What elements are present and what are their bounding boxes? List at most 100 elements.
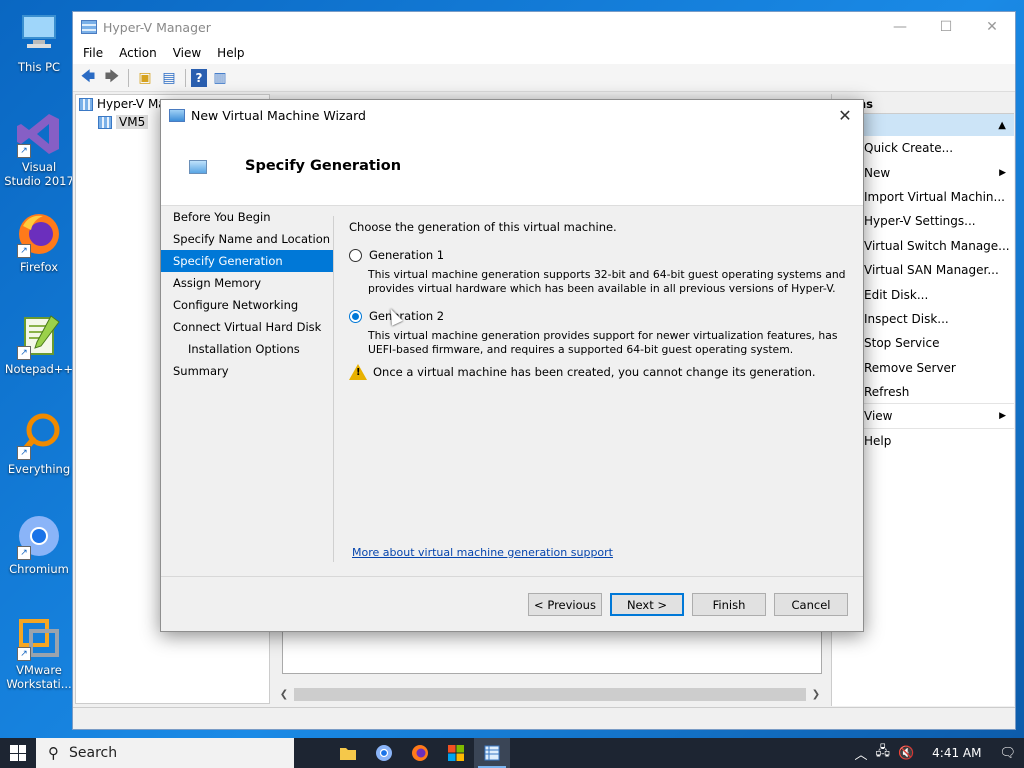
toolbar: 🡄 🡆 ▣ ▤ ? ▥: [73, 64, 1015, 92]
desktop-icon-vmware[interactable]: ↗ VMware Workstati...: [4, 613, 74, 691]
close-button[interactable]: ✕: [969, 12, 1015, 42]
details-pane: [282, 629, 822, 674]
generation-1-radio[interactable]: [349, 248, 362, 262]
windows-logo-icon: [10, 745, 26, 761]
server-icon: [98, 115, 112, 129]
wizard-steps-list: Before You Begin Specify Name and Locati…: [161, 206, 333, 572]
taskbar: ⚲ Search ︿ 🖧 🔇 4:41 AM 🗨: [0, 738, 1024, 768]
show-hide-actions-icon[interactable]: ▥: [209, 67, 231, 89]
desktop-icon-label: Notepad++: [4, 362, 74, 376]
volume-muted-icon[interactable]: 🔇: [898, 746, 914, 761]
step-specify-generation[interactable]: Specify Generation: [161, 250, 333, 272]
taskbar-hyperv-manager[interactable]: [474, 738, 510, 768]
status-bar: [73, 707, 1015, 729]
hyperv-manager-icon: [79, 97, 93, 111]
horizontal-scrollbar[interactable]: ❮ ❯: [276, 686, 824, 703]
desktop-icon-chromium[interactable]: ↗ Chromium: [4, 512, 74, 576]
step-before-you-begin[interactable]: Before You Begin: [161, 206, 333, 228]
network-icon[interactable]: 🖧: [875, 742, 890, 764]
shortcut-arrow-icon: ↗: [17, 346, 31, 360]
scroll-right-icon[interactable]: ❯: [808, 689, 824, 700]
minimize-button[interactable]: —: [877, 12, 923, 42]
warning-icon: !: [349, 364, 367, 380]
desktop-icon-notepadpp[interactable]: ↗ Notepad++: [4, 312, 74, 376]
window-title: Hyper-V Manager: [103, 19, 211, 35]
forward-arrow-icon[interactable]: 🡆: [101, 67, 123, 89]
up-folder-icon[interactable]: ▣: [134, 67, 156, 89]
finish-button[interactable]: Finish: [692, 593, 766, 616]
generation-2-radio[interactable]: [349, 309, 362, 323]
wizard-app-icon: [169, 108, 185, 122]
scroll-thumb[interactable]: [294, 688, 806, 701]
show-hide-tree-icon[interactable]: ▤: [158, 67, 180, 89]
new-vm-wizard-dialog: New Virtual Machine Wizard ✕ Specify Gen…: [160, 99, 864, 632]
generation-2-description: This virtual machine generation provides…: [368, 329, 838, 356]
previous-button[interactable]: < Previous: [528, 593, 602, 616]
scroll-left-icon[interactable]: ❮: [276, 689, 292, 700]
wizard-close-button[interactable]: ✕: [827, 106, 863, 125]
step-summary[interactable]: Summary: [161, 360, 333, 382]
generation-1-description: This virtual machine generation supports…: [368, 268, 846, 295]
help-icon[interactable]: ?: [191, 68, 207, 87]
generation-2-option[interactable]: Generation 2: [349, 307, 849, 325]
shortcut-arrow-icon: ↗: [17, 647, 31, 661]
taskbar-clock[interactable]: 4:41 AM: [922, 746, 991, 760]
cancel-button[interactable]: Cancel: [774, 593, 848, 616]
computer-icon: [15, 10, 63, 58]
generation-1-label[interactable]: Generation 1: [369, 248, 444, 262]
desktop-icon-label: Everything: [7, 462, 71, 476]
taskbar-chromium[interactable]: [366, 738, 402, 768]
virtual-machine-icon: [189, 160, 207, 174]
folder-icon: [340, 748, 356, 760]
chevron-up-icon[interactable]: ︿: [854, 744, 867, 763]
step-connect-virtual-hard-disk[interactable]: Connect Virtual Hard Disk: [161, 316, 333, 338]
generation-1-option[interactable]: Generation 1: [349, 246, 849, 264]
taskbar-firefox[interactable]: [402, 738, 438, 768]
shortcut-arrow-icon: ↗: [17, 446, 31, 460]
next-button[interactable]: Next >: [610, 593, 684, 616]
desktop-icon-this-pc[interactable]: This PC: [4, 10, 74, 74]
notepadpp-icon: ↗: [15, 312, 63, 360]
desktop-icon-everything[interactable]: ↗ Everything: [4, 412, 74, 476]
desktop-icon-visual-studio[interactable]: ↗ Visual Studio 2017: [4, 110, 74, 188]
wizard-title-bar[interactable]: New Virtual Machine Wizard ✕: [161, 100, 863, 130]
start-button[interactable]: [0, 738, 36, 768]
desktop-icon-firefox[interactable]: ↗ Firefox: [4, 210, 74, 274]
step-configure-networking[interactable]: Configure Networking: [161, 294, 333, 316]
chromium-icon: ↗: [15, 512, 63, 560]
generation-2-label[interactable]: Generation 2: [369, 309, 444, 323]
visual-studio-icon: ↗: [15, 110, 63, 158]
hyperv-app-icon: [81, 20, 97, 34]
vmware-icon: ↗: [15, 613, 63, 661]
search-icon: ⚲: [48, 744, 59, 762]
menu-help[interactable]: Help: [209, 46, 252, 60]
generation-warning: ! Once a virtual machine has been create…: [349, 364, 849, 380]
wizard-footer: < Previous Next > Finish Cancel: [161, 576, 863, 631]
warning-text: Once a virtual machine has been created,…: [373, 365, 816, 379]
firefox-icon: [412, 745, 428, 761]
step-specify-name-location[interactable]: Specify Name and Location: [161, 228, 333, 250]
menu-action[interactable]: Action: [111, 46, 165, 60]
notification-icon[interactable]: 🗨: [999, 746, 1016, 761]
generation-support-link[interactable]: More about virtual machine generation su…: [352, 546, 613, 559]
taskbar-windows-store[interactable]: [438, 738, 474, 768]
menu-file[interactable]: File: [75, 46, 111, 60]
wizard-title: New Virtual Machine Wizard: [191, 107, 366, 123]
collapse-up-icon[interactable]: ▲: [998, 120, 1006, 131]
hyperv-title-bar[interactable]: Hyper-V Manager — ☐ ✕: [73, 12, 1015, 42]
desktop-icon-label: Visual Studio 2017: [4, 160, 74, 188]
shortcut-arrow-icon: ↗: [17, 144, 31, 158]
taskbar-search-box[interactable]: ⚲ Search: [36, 738, 294, 768]
firefox-icon: ↗: [15, 210, 63, 258]
wizard-header: Specify Generation: [161, 130, 863, 206]
back-arrow-icon[interactable]: 🡄: [77, 67, 99, 89]
step-assign-memory[interactable]: Assign Memory: [161, 272, 333, 294]
menu-view[interactable]: View: [165, 46, 209, 60]
taskbar-file-explorer[interactable]: [330, 738, 366, 768]
shortcut-arrow-icon: ↗: [17, 546, 31, 560]
step-installation-options[interactable]: Installation Options: [161, 338, 333, 360]
wizard-heading: Specify Generation: [245, 158, 402, 174]
maximize-button[interactable]: ☐: [923, 12, 969, 42]
wizard-body: Choose the generation of this virtual ma…: [349, 220, 849, 380]
system-tray: ︿ 🖧 🔇 4:41 AM 🗨: [854, 738, 1024, 768]
